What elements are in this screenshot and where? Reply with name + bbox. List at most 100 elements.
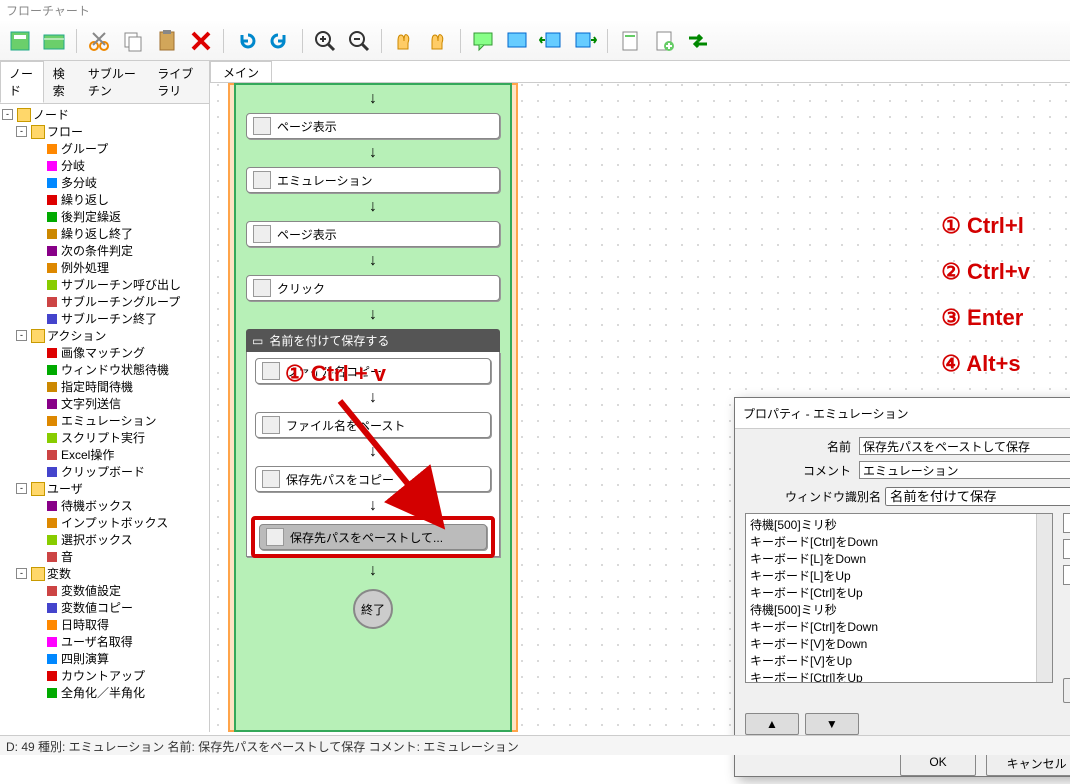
tree-item-3-2[interactable]: 日時取得 [0, 616, 209, 633]
action-item-7[interactable]: キーボード[V]をDown [748, 635, 1050, 652]
sidebar-tab-1[interactable]: 検索 [44, 61, 79, 103]
flow-end[interactable]: 終了 [353, 589, 393, 629]
action-item-6[interactable]: キーボード[Ctrl]をDown [748, 618, 1050, 635]
zoom-in-button[interactable] [309, 25, 341, 57]
move-down-button[interactable]: ▼ [805, 713, 859, 735]
tree-item-1-5[interactable]: スクリプト実行 [0, 429, 209, 446]
action-item-2[interactable]: キーボード[L]をDown [748, 550, 1050, 567]
tree-item-3-0[interactable]: 変数値設定 [0, 582, 209, 599]
swap-button[interactable] [682, 25, 714, 57]
winid-select[interactable]: 名前を付けて保存 [885, 487, 1070, 506]
node-tree[interactable]: -ノード-フローグループ分岐多分岐繰り返し後判定繰返繰り返し終了次の条件判定例外… [0, 104, 209, 732]
redo-button[interactable] [264, 25, 296, 57]
tree-item-2-2[interactable]: 選択ボックス [0, 531, 209, 548]
name-input[interactable] [859, 437, 1070, 455]
doc-a-button[interactable] [614, 25, 646, 57]
hand-a-button[interactable] [388, 25, 420, 57]
tree-item-0-10[interactable]: サブルーチン終了 [0, 310, 209, 327]
tree-item-1-1[interactable]: ウィンドウ状態待機 [0, 361, 209, 378]
tree-item-0-1[interactable]: 分岐 [0, 157, 209, 174]
tree-item-1-2[interactable]: 指定時間待機 [0, 378, 209, 395]
sidebar-tab-0[interactable]: ノード [0, 61, 44, 103]
img-left-button[interactable] [535, 25, 567, 57]
tree-icon [45, 499, 59, 513]
action-item-9[interactable]: キーボード[Ctrl]をUp [748, 669, 1050, 683]
tree-icon [45, 261, 59, 275]
undo-button[interactable] [230, 25, 262, 57]
tree-item-3-6[interactable]: 全角化／半角化 [0, 684, 209, 701]
action-item-5[interactable]: 待機[500]ミリ秒 [748, 601, 1050, 618]
tree-group-1[interactable]: -アクション [0, 327, 209, 344]
sidebar-tab-3[interactable]: ライブラリ [148, 61, 209, 103]
action-item-0[interactable]: 待機[500]ミリ秒 [748, 516, 1050, 533]
tree-item-3-4[interactable]: 四則演算 [0, 650, 209, 667]
img-a-button[interactable] [501, 25, 533, 57]
tree-group-2[interactable]: -ユーザ [0, 480, 209, 497]
flow-node-1[interactable]: エミュレーション [246, 167, 500, 193]
flow-node-0[interactable]: ページ表示 [246, 113, 500, 139]
move-up-button[interactable]: ▲ [745, 713, 799, 735]
tree-icon [31, 482, 45, 496]
delete-button[interactable] [185, 25, 217, 57]
sidebar-tab-2[interactable]: サブルーチン [79, 61, 148, 103]
tree-group-3[interactable]: -変数 [0, 565, 209, 582]
tree-item-0-8[interactable]: サブルーチン呼び出し [0, 276, 209, 293]
tree-item-3-1[interactable]: 変数値コピー [0, 599, 209, 616]
tree-item-2-3[interactable]: 音 [0, 548, 209, 565]
tree-item-2-0[interactable]: 待機ボックス [0, 497, 209, 514]
action-list[interactable]: 待機[500]ミリ秒キーボード[Ctrl]をDownキーボード[L]をDownキ… [745, 513, 1053, 683]
group-node-3[interactable]: 保存先パスをペーストして... [259, 524, 487, 550]
doc-plus-button[interactable] [648, 25, 680, 57]
group-node-2[interactable]: 保存先パスをコピー [255, 466, 491, 492]
tree-item-0-0[interactable]: グループ [0, 140, 209, 157]
flow-node-2[interactable]: ページ表示 [246, 221, 500, 247]
tree-item-0-9[interactable]: サブルーチングループ [0, 293, 209, 310]
canvas-tab-main[interactable]: メイン [210, 61, 272, 82]
comment-button[interactable] [467, 25, 499, 57]
tree-item-0-7[interactable]: 例外処理 [0, 259, 209, 276]
tree-item-0-6[interactable]: 次の条件判定 [0, 242, 209, 259]
tree-item-1-7[interactable]: クリップボード [0, 463, 209, 480]
tree-root[interactable]: -ノード [0, 106, 209, 123]
comment-input[interactable] [859, 461, 1070, 479]
new-button[interactable] [4, 25, 36, 57]
tree-label: グループ [61, 140, 108, 157]
device-select[interactable]: マウス [1063, 513, 1070, 533]
action-select[interactable]: Down [1063, 565, 1070, 585]
copy-button[interactable] [117, 25, 149, 57]
tree-item-1-3[interactable]: 文字列送信 [0, 395, 209, 412]
mouse-button-select[interactable]: 左ボタン [1063, 539, 1070, 559]
open-button[interactable] [38, 25, 70, 57]
tree-item-0-4[interactable]: 後判定繰返 [0, 208, 209, 225]
group-header[interactable]: ▭名前を付けて保存する [246, 329, 500, 352]
tree-item-2-1[interactable]: インプットボックス [0, 514, 209, 531]
canvas[interactable]: メイン ページ表示エミュレーションページ表示クリック▭名前を付けて保存するファイ… [210, 61, 1070, 732]
action-item-8[interactable]: キーボード[V]をUp [748, 652, 1050, 669]
tree-icon [45, 312, 59, 326]
tree-item-3-3[interactable]: ユーザ名取得 [0, 633, 209, 650]
hand-b-button[interactable] [422, 25, 454, 57]
tree-item-3-5[interactable]: カウントアップ [0, 667, 209, 684]
tree-item-1-4[interactable]: エミュレーション [0, 412, 209, 429]
tree-item-1-0[interactable]: 画像マッチング [0, 344, 209, 361]
tree-item-0-2[interactable]: 多分岐 [0, 174, 209, 191]
group-node-1[interactable]: ファイル名をペースト [255, 412, 491, 438]
action-item-4[interactable]: キーボード[Ctrl]をUp [748, 584, 1050, 601]
tree-label: クリップボード [61, 463, 145, 480]
cut-button[interactable] [83, 25, 115, 57]
action-item-1[interactable]: キーボード[Ctrl]をDown [748, 533, 1050, 550]
tree-icon [45, 584, 59, 598]
group-node-0[interactable]: ファイル名コピー [255, 358, 491, 384]
img-right-button[interactable] [569, 25, 601, 57]
tree-item-0-3[interactable]: 繰り返し [0, 191, 209, 208]
tree-item-0-5[interactable]: 繰り返し終了 [0, 225, 209, 242]
tree-item-1-6[interactable]: Excel操作 [0, 446, 209, 463]
zoom-out-button[interactable] [343, 25, 375, 57]
scrollbar[interactable] [1036, 514, 1052, 682]
paste-button[interactable] [151, 25, 183, 57]
action-item-3[interactable]: キーボード[L]をUp [748, 567, 1050, 584]
add-button[interactable]: 追加 [1063, 678, 1070, 703]
tree-group-0[interactable]: -フロー [0, 123, 209, 140]
flow-node-3[interactable]: クリック [246, 275, 500, 301]
status-bar: D: 49 種別: エミュレーション 名前: 保存先パスをペーストして保存 コメ… [0, 735, 1070, 755]
